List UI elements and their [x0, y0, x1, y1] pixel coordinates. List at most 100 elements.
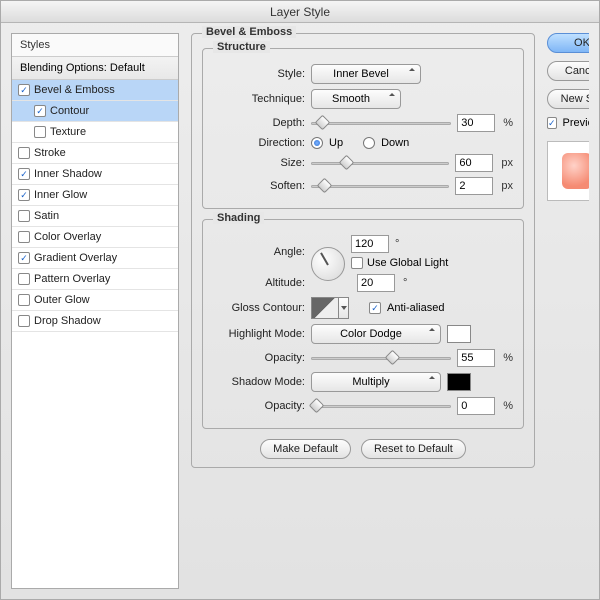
style-row-satin[interactable]: Satin: [12, 206, 178, 227]
soften-slider[interactable]: [311, 179, 449, 193]
shadow-color-swatch[interactable]: [447, 373, 471, 391]
layer-style-window: Layer Style Styles Blending Options: Def…: [0, 0, 600, 600]
style-checkbox[interactable]: [18, 147, 30, 159]
gloss-contour-picker[interactable]: [311, 297, 349, 319]
style-checkbox[interactable]: [18, 231, 30, 243]
bevel-emboss-group: Bevel & Emboss Structure Style: Inner Be…: [191, 33, 535, 468]
preview-thumbnail-icon: [562, 153, 589, 189]
style-checkbox[interactable]: [18, 84, 30, 96]
window-body: Styles Blending Options: Default Bevel &…: [1, 23, 599, 599]
style-checkbox[interactable]: [18, 273, 30, 285]
structure-group: Structure Style: Inner Bevel Technique: …: [202, 48, 524, 209]
shading-group: Shading Angle: ° Use Global Light: [202, 219, 524, 429]
style-checkbox[interactable]: [18, 210, 30, 222]
style-label: Drop Shadow: [34, 315, 101, 327]
style-label: Stroke: [34, 147, 66, 159]
global-light-checkbox[interactable]: [351, 257, 363, 269]
angle-unit: °: [395, 238, 399, 250]
style-label: Satin: [34, 210, 59, 222]
direction-up-radio[interactable]: [311, 137, 323, 149]
style-checkbox[interactable]: [34, 126, 46, 138]
style-checkbox[interactable]: [18, 252, 30, 264]
panel-title: Bevel & Emboss: [202, 26, 296, 38]
direction-down-radio[interactable]: [363, 137, 375, 149]
styles-header[interactable]: Styles: [12, 34, 178, 57]
soften-input[interactable]: [455, 177, 493, 195]
styles-panel: Styles Blending Options: Default Bevel &…: [11, 33, 179, 589]
shadow-mode-select[interactable]: Multiply: [311, 372, 441, 392]
highlight-opacity-unit: %: [503, 352, 513, 364]
preview-swatch: [547, 141, 589, 201]
direction-up-label[interactable]: Up: [329, 137, 343, 149]
preview-checkbox[interactable]: [547, 117, 557, 129]
reset-default-button[interactable]: Reset to Default: [361, 439, 466, 459]
style-label: Contour: [50, 105, 89, 117]
gloss-contour-label: Gloss Contour:: [213, 302, 305, 314]
new-style-button[interactable]: New Style...: [547, 89, 589, 109]
technique-select[interactable]: Smooth: [311, 89, 401, 109]
angle-input[interactable]: [351, 235, 389, 253]
style-label: Inner Shadow: [34, 168, 102, 180]
window-title: Layer Style: [1, 1, 599, 23]
altitude-input[interactable]: [357, 274, 395, 292]
blending-options-row[interactable]: Blending Options: Default: [12, 57, 178, 80]
angle-label: Angle:: [213, 246, 305, 258]
depth-label: Depth:: [213, 117, 305, 129]
highlight-mode-label: Highlight Mode:: [213, 328, 305, 340]
anti-aliased-checkbox[interactable]: [369, 302, 381, 314]
highlight-mode-select[interactable]: Color Dodge: [311, 324, 441, 344]
style-checkbox[interactable]: [18, 168, 30, 180]
style-row-color-overlay[interactable]: Color Overlay: [12, 227, 178, 248]
shadow-opacity-slider[interactable]: [311, 399, 451, 413]
altitude-label: Altitude:: [213, 277, 305, 289]
highlight-opacity-slider[interactable]: [311, 351, 451, 365]
style-select[interactable]: Inner Bevel: [311, 64, 421, 84]
direction-down-label[interactable]: Down: [381, 137, 409, 149]
style-row-drop-shadow[interactable]: Drop Shadow: [12, 311, 178, 332]
make-default-button[interactable]: Make Default: [260, 439, 351, 459]
style-row-outer-glow[interactable]: Outer Glow: [12, 290, 178, 311]
shadow-mode-label: Shadow Mode:: [213, 376, 305, 388]
highlight-opacity-input[interactable]: [457, 349, 495, 367]
style-row-bevel-emboss[interactable]: Bevel & Emboss: [12, 80, 178, 101]
size-label: Size:: [213, 157, 305, 169]
size-slider[interactable]: [311, 156, 449, 170]
depth-slider[interactable]: [311, 116, 451, 130]
soften-label: Soften:: [213, 180, 305, 192]
preview-label[interactable]: Preview: [563, 117, 589, 129]
style-label: Texture: [50, 126, 86, 138]
angle-dial[interactable]: [311, 247, 345, 281]
contour-swatch-icon: [311, 297, 339, 319]
style-checkbox[interactable]: [18, 294, 30, 306]
style-row-stroke[interactable]: Stroke: [12, 143, 178, 164]
direction-label: Direction:: [213, 137, 305, 149]
cancel-button[interactable]: Cancel: [547, 61, 589, 81]
styles-list: Bevel & Emboss Contour Texture Stroke Inner …: [12, 80, 178, 588]
technique-label: Technique:: [213, 93, 305, 105]
style-row-pattern-overlay[interactable]: Pattern Overlay: [12, 269, 178, 290]
shadow-opacity-label: Opacity:: [213, 400, 305, 412]
altitude-unit: °: [403, 277, 407, 289]
depth-input[interactable]: [457, 114, 495, 132]
highlight-opacity-label: Opacity:: [213, 352, 305, 364]
style-checkbox[interactable]: [18, 315, 30, 327]
ok-button[interactable]: OK: [547, 33, 589, 53]
style-checkbox[interactable]: [18, 189, 30, 201]
style-label: Inner Glow: [34, 189, 87, 201]
highlight-color-swatch[interactable]: [447, 325, 471, 343]
style-row-texture[interactable]: Texture: [12, 122, 178, 143]
style-row-gradient-overlay[interactable]: Gradient Overlay: [12, 248, 178, 269]
style-row-inner-shadow[interactable]: Inner Shadow: [12, 164, 178, 185]
anti-aliased-label[interactable]: Anti-aliased: [387, 302, 444, 314]
style-row-contour[interactable]: Contour: [12, 101, 178, 122]
structure-legend: Structure: [213, 41, 270, 53]
style-row-inner-glow[interactable]: Inner Glow: [12, 185, 178, 206]
style-checkbox[interactable]: [34, 105, 46, 117]
style-label: Pattern Overlay: [34, 273, 110, 285]
bevel-emboss-panel: Bevel & Emboss Structure Style: Inner Be…: [191, 33, 535, 589]
shadow-opacity-input[interactable]: [457, 397, 495, 415]
depth-unit: %: [503, 117, 513, 129]
size-input[interactable]: [455, 154, 493, 172]
global-light-label[interactable]: Use Global Light: [367, 257, 448, 269]
style-label: Gradient Overlay: [34, 252, 117, 264]
